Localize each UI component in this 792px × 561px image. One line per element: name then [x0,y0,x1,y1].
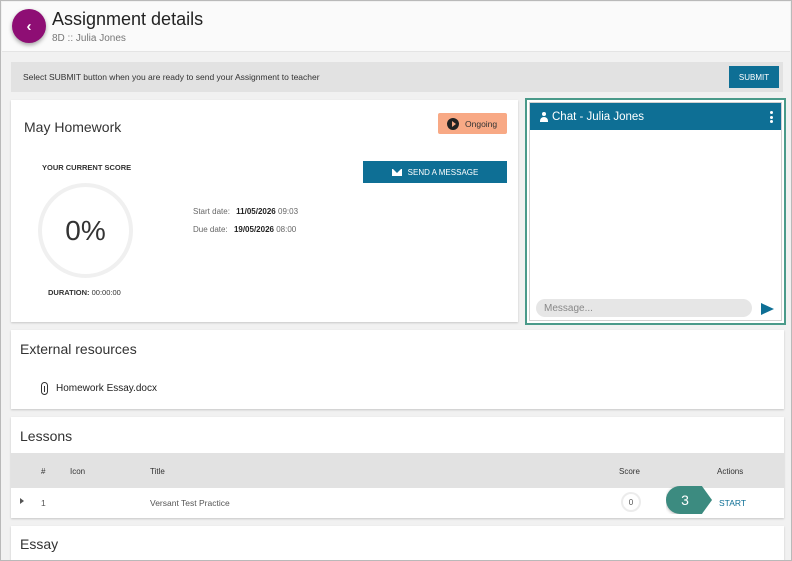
step-marker: 3 [666,486,712,514]
chat-panel: Chat - Julia Jones [525,98,786,325]
start-date-value: 11/05/2026 [236,207,276,216]
due-date-label: Due date: [193,225,228,234]
mail-icon [391,168,402,176]
send-message-button[interactable]: SEND A MESSAGE [363,161,507,183]
app-frame: ‹ Assignment details 8D :: Julia Jones S… [0,0,792,561]
table-row: 1 Versant Test Practice 0 3 START [11,486,784,518]
homework-card: May Homework Ongoing YOUR CURRENT SCORE … [11,100,518,322]
expand-row-icon[interactable] [20,498,24,504]
external-resources-title: External resources [20,341,137,357]
lessons-card: Lessons # Icon Title Score Actions 1 Ver… [11,417,784,518]
duration: DURATION: 00:00:00 [48,288,121,297]
play-circle-icon [447,117,459,130]
file-name: Homework Essay.docx [56,383,157,394]
chat-header: Chat - Julia Jones [530,103,781,130]
back-button[interactable]: ‹ [12,9,46,43]
more-options-icon[interactable] [770,111,773,123]
file-link[interactable]: Homework Essay.docx [41,382,157,395]
column-icon: Icon [70,467,86,476]
column-actions: Actions [717,467,744,476]
submit-bar: Select SUBMIT button when you are ready … [11,62,783,92]
due-time-value: 08:00 [276,225,297,234]
due-date-value: 19/05/2026 [233,225,274,234]
chat-window: Chat - Julia Jones [529,102,782,321]
page-subtitle: 8D :: Julia Jones [52,33,126,44]
duration-value: 00:00:00 [91,288,121,297]
person-icon [539,111,549,122]
start-button[interactable]: START [719,498,746,508]
row-score: 0 [621,492,641,512]
send-message-label: SEND A MESSAGE [407,167,479,177]
submit-button[interactable]: SUBMIT [729,66,779,88]
paperclip-icon [41,382,48,395]
score-label: YOUR CURRENT SCORE [42,163,132,172]
essay-title: Essay [20,536,59,552]
score-value: 0% [65,214,106,246]
external-resources-card: External resources Homework Essay.docx [11,330,784,409]
start-time-value: 09:03 [278,207,299,216]
page-header: ‹ Assignment details 8D :: Julia Jones [2,2,790,52]
page-title: Assignment details [52,9,204,29]
score-gauge: 0% [38,183,133,278]
chat-title: Chat - Julia Jones [552,110,645,123]
submit-instructions: Select SUBMIT button when you are ready … [23,72,320,82]
start-date-label: Start date: [193,207,230,216]
lessons-title: Lessons [20,428,73,444]
essay-card: Essay [11,526,784,560]
status-badge: Ongoing [438,113,507,134]
column-score: Score [619,467,640,476]
send-icon[interactable] [761,303,774,315]
due-date-row: Due date: 19/05/2026 08:00 [193,225,296,234]
row-number: 1 [41,498,46,508]
column-title: Title [150,467,165,476]
duration-label: DURATION: [48,288,90,297]
chevron-left-icon: ‹ [26,17,32,35]
start-date-row: Start date: 11/05/2026 09:03 [193,207,298,216]
chat-message-input[interactable] [536,299,752,317]
row-title: Versant Test Practice [150,498,230,508]
status-label: Ongoing [465,118,498,129]
lessons-table-header: # Icon Title Score Actions [11,453,784,488]
homework-title: May Homework [24,119,122,135]
column-number: # [41,467,46,476]
